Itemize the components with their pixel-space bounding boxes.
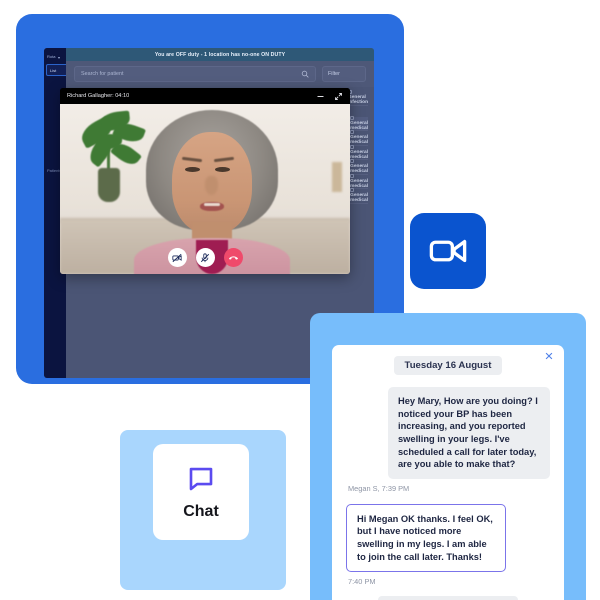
chat-card-label: Chat [183, 502, 219, 520]
end-call-icon [228, 256, 238, 260]
app-toolbar: Search for patient Filter [66, 61, 374, 87]
video-camera-icon [429, 239, 467, 263]
filter-button[interactable]: Filter [322, 66, 366, 82]
message-thread-card: Tuesday 16 August Hey Mary, How are you … [332, 345, 564, 600]
close-icon[interactable] [544, 351, 554, 361]
messaging-panel: Tuesday 16 August Hey Mary, How are you … [310, 313, 586, 600]
duty-status-banner: You are OFF duty - 1 location has no-one… [66, 48, 374, 61]
video-call-titlebar: Richard Gallagher: 04:10 [60, 88, 350, 104]
minimize-icon[interactable] [316, 92, 325, 101]
chart-icon [350, 159, 354, 164]
chat-feature-tile: Chat [120, 430, 286, 590]
chart-icon [350, 130, 354, 135]
search-icon [301, 70, 309, 78]
chart-icon [350, 173, 354, 178]
end-call-button[interactable] [223, 248, 243, 267]
video-call-window: Richard Gallagher: 04:10 [60, 88, 350, 274]
message-bubble-incoming: Hey Mary, How are you doing? I noticed y… [388, 387, 550, 479]
message-bubble-outgoing: Hi Megan OK thanks. I feel OK, but I hav… [346, 503, 506, 573]
chart-icon [350, 144, 354, 149]
message-meta-incoming: Megan S, 7:39 PM [348, 483, 410, 493]
search-input[interactable]: Search for patient [74, 66, 316, 82]
cell-condition: General infection [348, 95, 369, 106]
video-feed [60, 104, 350, 274]
sidebar-item-list[interactable]: List [46, 64, 68, 76]
cell-condition: General medical [350, 193, 368, 204]
video-call-title: Richard Gallagher: 04:10 [67, 93, 130, 99]
chart-icon [350, 188, 354, 193]
message-meta-outgoing: 7:40 PM [348, 577, 376, 587]
chat-bubble-icon [189, 467, 213, 490]
chevron-down-icon[interactable]: ▾ [58, 55, 60, 60]
day-divider: Tuesday 16 August [393, 356, 503, 375]
chart-icon [350, 115, 354, 120]
chat-card[interactable]: Chat [153, 444, 249, 540]
video-feature-badge[interactable] [410, 213, 486, 289]
camera-off-icon [172, 253, 182, 262]
camera-off-button[interactable] [167, 248, 187, 267]
expand-icon[interactable] [334, 92, 343, 101]
mic-off-icon [200, 252, 210, 262]
composition-stage: Rota ▾ List Patients You are OFF duty - … [0, 0, 600, 600]
day-divider: Wednesday 28 September [377, 596, 519, 600]
mic-off-button[interactable] [195, 248, 215, 267]
call-controls [60, 248, 350, 267]
sidebar-workspace-label[interactable]: Rota [47, 54, 55, 59]
search-placeholder: Search for patient [81, 71, 124, 77]
